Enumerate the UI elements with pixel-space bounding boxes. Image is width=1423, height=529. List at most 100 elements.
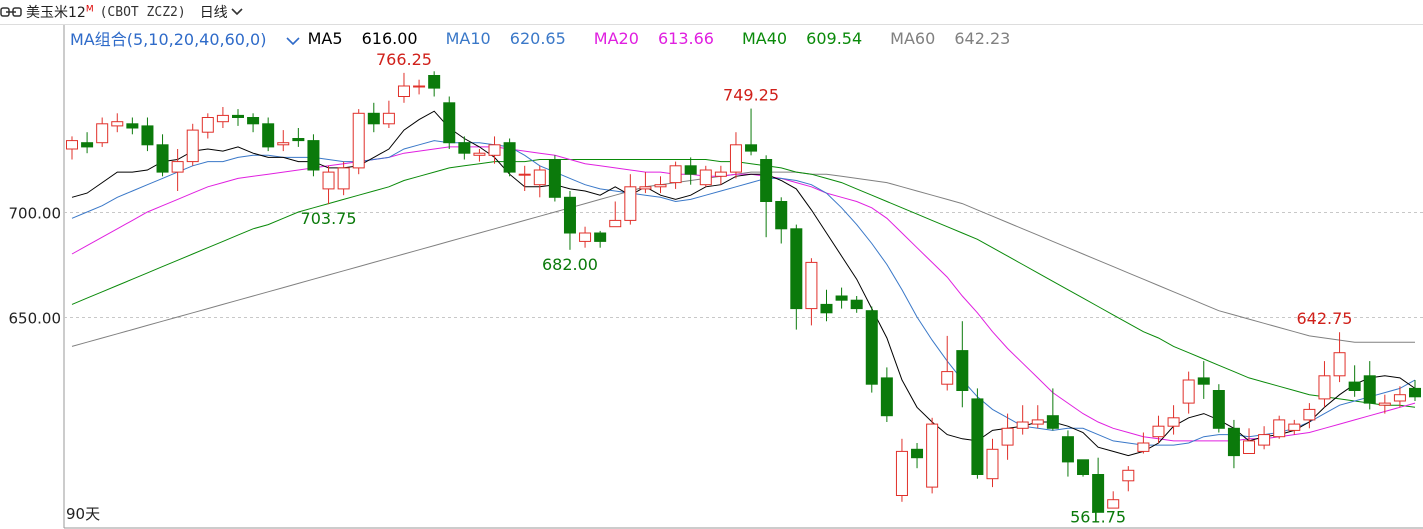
candle[interactable] [850, 296, 863, 313]
candle[interactable] [1122, 466, 1135, 492]
candle[interactable] [247, 113, 260, 133]
candle-body [352, 112, 365, 169]
candle[interactable] [81, 132, 94, 154]
candle-body [1258, 434, 1271, 446]
candle[interactable] [1197, 361, 1210, 399]
candle[interactable] [820, 289, 833, 322]
candle[interactable] [1031, 405, 1044, 429]
candle[interactable] [1273, 415, 1286, 439]
candle[interactable] [141, 117, 154, 152]
candle[interactable] [790, 224, 803, 330]
candle[interactable] [1182, 371, 1195, 414]
candle[interactable] [745, 108, 758, 156]
candle[interactable] [729, 132, 742, 179]
candle[interactable] [292, 128, 305, 147]
candle[interactable] [1258, 426, 1271, 450]
candle[interactable] [201, 113, 214, 139]
candle[interactable] [1318, 361, 1331, 408]
candle[interactable] [503, 138, 516, 177]
candle-body [1001, 427, 1014, 446]
candle-body [1046, 415, 1059, 429]
candle[interactable] [594, 230, 607, 248]
candle[interactable] [639, 172, 652, 194]
candle[interactable] [1046, 388, 1059, 431]
candle[interactable] [126, 117, 139, 135]
candle[interactable] [865, 306, 878, 393]
candle[interactable] [186, 123, 199, 166]
ma-combo-selector[interactable]: MA组合(5,10,20,40,60,0) [70, 26, 300, 50]
candle[interactable] [941, 335, 954, 391]
candle[interactable] [563, 191, 576, 250]
candle[interactable] [111, 113, 124, 133]
candle-body [1016, 421, 1029, 429]
candle[interactable] [277, 130, 290, 152]
candle[interactable] [473, 149, 486, 162]
candle[interactable] [367, 102, 380, 133]
candle[interactable] [1077, 459, 1090, 477]
candle[interactable] [156, 134, 169, 177]
candle[interactable] [337, 161, 350, 196]
candle[interactable] [880, 367, 893, 422]
ma60-legend: MA60 642.23 [890, 28, 1011, 48]
candle[interactable] [895, 438, 908, 502]
candle[interactable] [1348, 365, 1361, 397]
candle[interactable] [805, 258, 818, 326]
candle-body [850, 299, 863, 310]
candle[interactable] [382, 100, 395, 128]
candle[interactable] [971, 388, 984, 479]
candle-body [956, 350, 969, 392]
candle[interactable] [171, 149, 184, 191]
candle-body [1363, 375, 1376, 404]
candle[interactable] [760, 155, 773, 238]
candle[interactable] [262, 117, 275, 152]
candle[interactable] [1107, 491, 1120, 509]
candle[interactable] [96, 117, 109, 147]
candle[interactable] [1212, 384, 1225, 433]
candle[interactable] [835, 287, 848, 309]
candle[interactable] [1061, 430, 1074, 477]
candle[interactable] [926, 417, 939, 494]
candle[interactable] [322, 165, 335, 205]
kline-chart[interactable]: 700.00 650.00 766.25 749.25 703.75 682.00 561.… [0, 0, 1423, 529]
candle[interactable] [397, 72, 410, 103]
candle[interactable] [986, 438, 999, 488]
candle[interactable] [66, 136, 78, 160]
candle-body [1061, 436, 1074, 463]
candle-body [669, 165, 682, 184]
candle[interactable] [307, 134, 320, 177]
candle[interactable] [669, 161, 682, 189]
candle[interactable] [579, 226, 592, 248]
candle[interactable] [428, 71, 441, 97]
candle-body [443, 102, 456, 144]
candle[interactable] [1092, 457, 1105, 513]
candle[interactable] [1409, 380, 1422, 401]
candle[interactable] [911, 443, 924, 469]
candle[interactable] [609, 201, 622, 228]
candle[interactable] [654, 176, 667, 194]
candle-body [1182, 379, 1195, 404]
candle[interactable] [775, 197, 788, 244]
candle[interactable] [1243, 428, 1256, 454]
candle[interactable] [533, 165, 546, 198]
candle-body [518, 173, 531, 176]
link-icon[interactable] [0, 6, 22, 18]
ma20-legend: MA20 613.66 [593, 28, 714, 48]
candle[interactable] [1227, 419, 1240, 469]
candle[interactable] [458, 136, 471, 160]
candle[interactable] [1363, 361, 1376, 410]
candle[interactable] [956, 321, 969, 408]
candle[interactable] [624, 174, 637, 225]
candle[interactable] [1016, 405, 1029, 435]
candle[interactable] [413, 79, 426, 95]
candle[interactable] [443, 96, 456, 150]
period-selector[interactable]: 日线 [200, 2, 243, 22]
candle[interactable] [1001, 413, 1014, 460]
candle[interactable] [548, 155, 561, 202]
candle[interactable] [1288, 419, 1301, 435]
candle[interactable] [352, 109, 365, 175]
candle[interactable] [488, 136, 501, 164]
candle[interactable] [216, 107, 229, 128]
candle[interactable] [231, 109, 244, 126]
candle[interactable] [714, 165, 727, 185]
candle[interactable] [699, 165, 712, 187]
